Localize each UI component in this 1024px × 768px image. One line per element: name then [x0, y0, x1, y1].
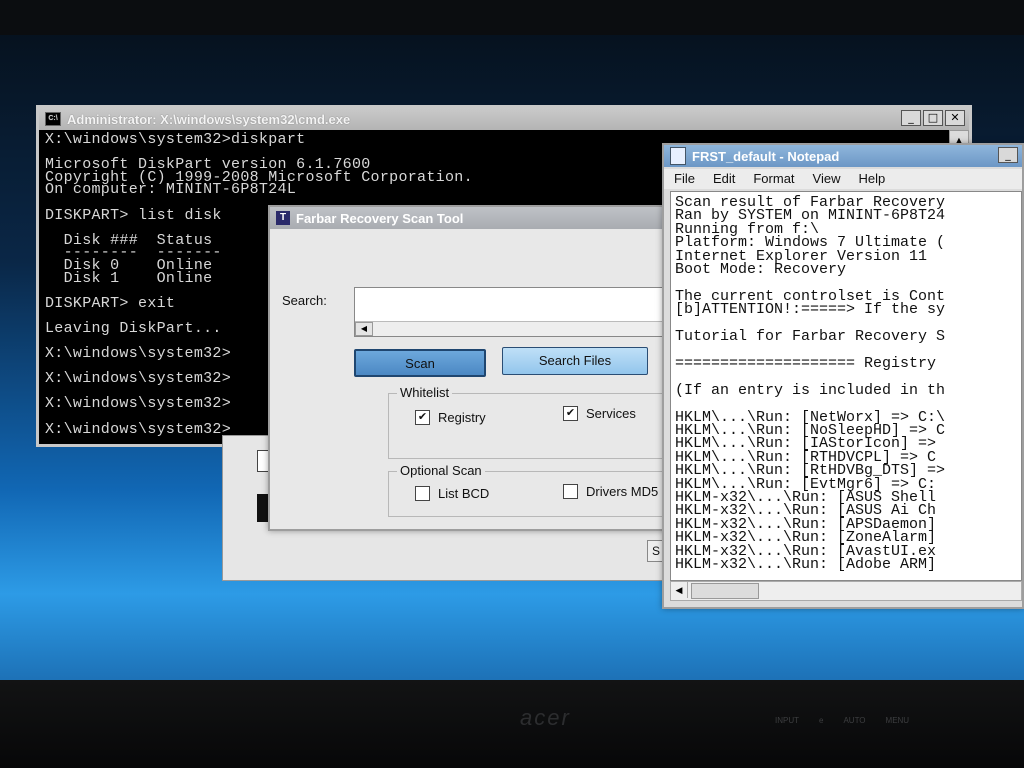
minimize-icon[interactable]: _	[901, 110, 921, 126]
menu-view[interactable]: View	[813, 169, 841, 189]
checkmark-icon: ✔	[415, 410, 430, 425]
minimize-icon[interactable]: _	[998, 147, 1018, 163]
maximize-icon[interactable]: □	[923, 110, 943, 126]
monitor-button[interactable]: e	[819, 716, 823, 725]
screen: C:\ Administrator: X:\windows\system32\c…	[0, 35, 1024, 685]
notepad-title: FRST_default - Notepad	[692, 148, 840, 164]
text-line: Boot Mode: Recovery	[675, 261, 847, 279]
frst-app-icon: T	[276, 211, 290, 225]
empty-checkbox-icon	[415, 486, 430, 501]
monitor-buttons: INPUT e AUTO MENU	[775, 716, 909, 725]
frst-titlebar[interactable]: T Farbar Recovery Scan Tool	[270, 207, 696, 229]
text-line: Tutorial for Farbar Recovery S	[675, 328, 946, 346]
empty-checkbox-icon	[563, 484, 578, 499]
monitor-button[interactable]: MENU	[886, 716, 910, 725]
drivers-md5-label: Drivers MD5	[586, 484, 659, 499]
whitelist-title: Whitelist	[397, 385, 453, 400]
notepad-caption-buttons: _	[998, 147, 1018, 163]
cmd-icon: C:\	[45, 112, 61, 126]
menu-format[interactable]: Format	[753, 169, 794, 189]
cmd-title: Administrator: X:\windows\system32\cmd.e…	[67, 111, 351, 127]
monitor-button[interactable]: INPUT	[775, 716, 799, 725]
services-label: Services	[586, 406, 636, 421]
notepad-text-area[interactable]: Scan result of Farbar Recovery Ran by SYS…	[670, 191, 1022, 581]
list-bcd-checkbox[interactable]: List BCD	[415, 486, 489, 501]
search-input[interactable]: ◀	[354, 287, 676, 337]
monitor-brand-logo: acer	[520, 705, 571, 730]
text-line: ==================== Registry	[675, 354, 937, 372]
menu-file[interactable]: File	[674, 169, 695, 189]
notepad-titlebar[interactable]: FRST_default - Notepad	[664, 145, 1022, 167]
notepad-app-icon	[670, 147, 686, 165]
cmd-caption-buttons: _ □ ✕	[901, 110, 965, 126]
text-line: HKLM-x32\...\Run: [Adobe ARM]	[675, 555, 937, 573]
registry-label: Registry	[438, 410, 486, 425]
optional-scan-title: Optional Scan	[397, 463, 485, 478]
menu-edit[interactable]: Edit	[713, 169, 735, 189]
menu-help[interactable]: Help	[858, 169, 885, 189]
frst-title: Farbar Recovery Scan Tool	[296, 210, 464, 226]
list-bcd-label: List BCD	[438, 486, 490, 501]
registry-checkbox[interactable]: ✔ Registry	[415, 410, 486, 425]
whitelist-group: Whitelist ✔ Registry ✔ Services	[388, 385, 688, 459]
checkmark-icon: ✔	[563, 406, 578, 421]
services-checkbox[interactable]: ✔ Services	[563, 406, 636, 421]
scroll-left-icon[interactable]: ◀	[671, 582, 688, 598]
text-line: [b]ATTENTION!:=====> If the sy	[675, 301, 946, 319]
cmd-titlebar[interactable]: C:\ Administrator: X:\windows\system32\c…	[39, 108, 969, 130]
close-icon[interactable]: ✕	[945, 110, 965, 126]
scroll-left-icon[interactable]: ◀	[355, 322, 373, 336]
scan-button[interactable]: Scan	[354, 349, 486, 377]
monitor-button[interactable]: AUTO	[843, 716, 865, 725]
search-label: Search:	[282, 293, 327, 308]
optional-scan-group: Optional Scan List BCD Drivers MD5	[388, 463, 688, 517]
text-line: (If an entry is included in th	[675, 381, 946, 399]
monitor-bezel: acer INPUT e AUTO MENU	[0, 680, 1024, 768]
frst-window[interactable]: T Farbar Recovery Scan Tool Search: ◀ Sc…	[268, 205, 698, 531]
notepad-window[interactable]: FRST_default - Notepad _ File Edit Forma…	[662, 143, 1024, 609]
drivers-md5-checkbox[interactable]: Drivers MD5	[563, 484, 658, 499]
notepad-hscrollbar[interactable]: ◀	[670, 581, 1022, 601]
search-files-button[interactable]: Search Files	[502, 347, 648, 375]
notepad-menubar: File Edit Format View Help	[664, 169, 1022, 189]
scroll-thumb[interactable]	[691, 583, 759, 599]
search-hscrollbar[interactable]: ◀	[355, 321, 675, 336]
